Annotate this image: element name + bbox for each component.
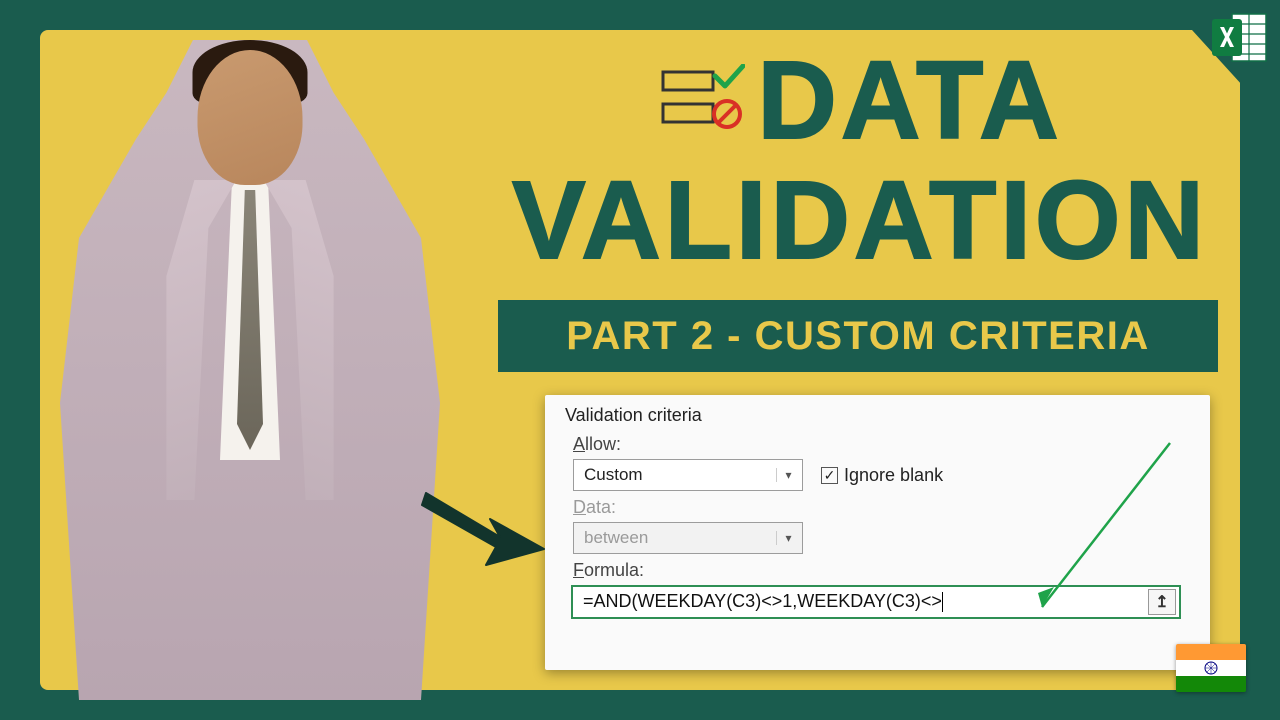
data-validation-icon bbox=[657, 43, 745, 155]
subtitle-text: PART 2 - CUSTOM CRITERIA bbox=[566, 314, 1149, 359]
data-select: between ▾ bbox=[573, 522, 803, 554]
chevron-down-icon: ▾ bbox=[776, 468, 794, 482]
dialog-heading: Validation criteria bbox=[565, 405, 1190, 426]
ignore-blank-checkbox[interactable]: ✓ Ignore blank bbox=[821, 465, 943, 486]
data-label: Data: bbox=[573, 497, 1190, 518]
formula-value: =AND(WEEKDAY(C3)<>1,WEEKDAY(C3)<> bbox=[583, 591, 942, 611]
formula-input[interactable]: =AND(WEEKDAY(C3)<>1,WEEKDAY(C3)<> ↥ bbox=[571, 585, 1181, 619]
range-picker-button[interactable]: ↥ bbox=[1148, 589, 1176, 615]
data-value: between bbox=[584, 528, 648, 548]
checkbox-checked-icon: ✓ bbox=[821, 467, 838, 484]
validation-dialog: Validation criteria Allow: Custom ▾ ✓ Ig… bbox=[545, 395, 1210, 670]
chevron-down-icon: ▾ bbox=[776, 531, 794, 545]
allow-label: Allow: bbox=[573, 434, 1190, 455]
allow-select[interactable]: Custom ▾ bbox=[573, 459, 803, 491]
allow-value: Custom bbox=[584, 465, 643, 485]
pointer-arrow-icon bbox=[418, 475, 548, 570]
subtitle-band: PART 2 - CUSTOM CRITERIA bbox=[498, 300, 1218, 372]
india-flag-icon bbox=[1176, 644, 1246, 692]
thumbnail-frame: DATA VALIDATION PART 2 - CUSTOM CRITERIA… bbox=[0, 0, 1280, 720]
excel-icon bbox=[1210, 10, 1270, 65]
title-line-2: VALIDATION bbox=[500, 165, 1220, 277]
presenter-photo bbox=[60, 40, 440, 700]
formula-label: Formula: bbox=[573, 560, 1190, 581]
main-title: DATA VALIDATION bbox=[500, 45, 1220, 277]
title-line-1: DATA bbox=[757, 39, 1062, 162]
